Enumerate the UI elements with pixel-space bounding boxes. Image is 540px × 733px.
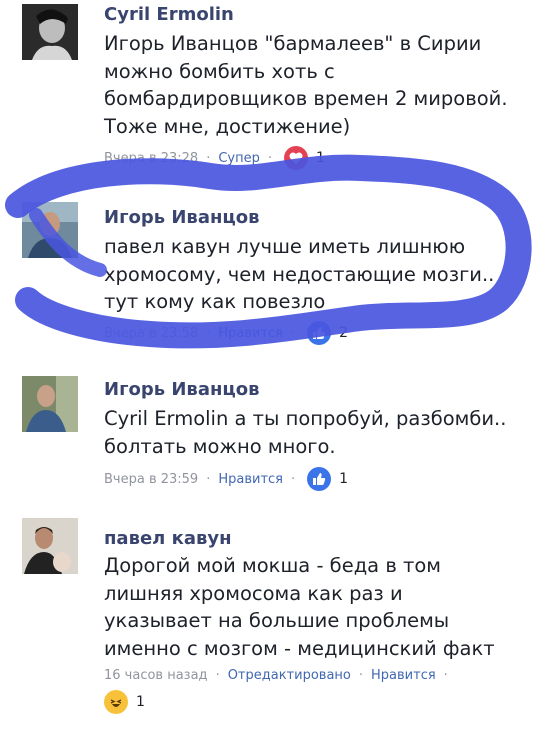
- comment-text-line: Cyril Ermolin а ты попробуй, разбомби..: [104, 407, 507, 430]
- reaction-count: 2: [339, 325, 349, 341]
- comment-text: Дорогой мой мокша - беда в том лишняя хр…: [104, 552, 529, 662]
- avatar[interactable]: [22, 518, 78, 574]
- separator-dot: ·: [206, 325, 211, 341]
- comment-text: павел кавун лучше иметь лишнюю хромосому…: [104, 233, 529, 316]
- reaction-button[interactable]: Супер: [218, 151, 260, 166]
- comment-text-line: Тоже мне, достижение): [104, 114, 351, 138]
- like-button[interactable]: Нравится: [218, 472, 283, 487]
- comment-text-line: можно бомбить хоть с: [104, 59, 335, 83]
- comment-text-line: Игорь Иванцов "бармалеев" в Сирии: [104, 32, 482, 55]
- avatar[interactable]: [22, 4, 78, 60]
- comment-timestamp[interactable]: Вчера в 23:59: [104, 472, 198, 487]
- separator-dot: ·: [291, 471, 296, 487]
- like-button[interactable]: Нравится: [371, 668, 436, 683]
- heart-icon[interactable]: [284, 146, 309, 170]
- like-icon[interactable]: [307, 467, 332, 491]
- comment-text-line: указывает на большие проблемы: [104, 609, 450, 632]
- comment-meta: 16 часов назад · Отредактировано · Нрави…: [104, 663, 456, 687]
- avatar[interactable]: [22, 376, 78, 432]
- separator-dot: ·: [358, 667, 364, 683]
- comment-text-line: Дорогой мой мокша - беда в том: [104, 554, 442, 577]
- separator-dot: ·: [206, 471, 211, 487]
- reaction-count: 1: [316, 150, 325, 166]
- separator-dot: ·: [206, 150, 211, 166]
- comment-author[interactable]: Cyril Ermolin: [104, 4, 234, 25]
- comment-meta: Вчера в 23:58 · Нравится · 2: [104, 321, 348, 345]
- haha-icon[interactable]: [104, 690, 128, 714]
- comment-meta: Вчера в 23:28 · Супер · 1: [104, 146, 325, 170]
- comment-timestamp[interactable]: Вчера в 23:58: [104, 326, 198, 341]
- comment-text-line: болтать можно много.: [104, 434, 336, 458]
- avatar[interactable]: [22, 202, 78, 258]
- comment-text-line: павел кавун лучше иметь лишнюю: [104, 235, 466, 258]
- comment-text-line: бомбардировщиков времен 2 мировой.: [104, 87, 508, 110]
- comment-text: Cyril Ermolin а ты попробуй, разбомби.. …: [104, 405, 529, 460]
- comment-timestamp[interactable]: Вчера в 23:28: [104, 151, 198, 166]
- comment-author[interactable]: Игорь Иванцов: [104, 207, 260, 228]
- comment-meta: Вчера в 23:59 · Нравится · 1: [104, 467, 348, 491]
- comment-text-line: тут кому как повезло: [104, 290, 326, 313]
- like-button[interactable]: Нравится: [218, 326, 283, 341]
- comment-text-line: хромосому, чем недостающие мозги..: [104, 262, 495, 286]
- separator-dot: ·: [291, 325, 296, 341]
- comment-text-line: именно с мозгом - медицинский факт: [104, 636, 495, 660]
- like-icon[interactable]: [307, 321, 332, 345]
- comment-reactions: 1: [100, 690, 145, 714]
- comment-author[interactable]: павел кавун: [104, 528, 232, 549]
- reaction-count: 1: [136, 694, 145, 710]
- separator-dot: ·: [215, 667, 220, 683]
- comment-text: Игорь Иванцов "бармалеев" в Сирии можно …: [104, 30, 529, 140]
- separator-dot: ·: [267, 150, 273, 166]
- comment-text-line: лишняя хромосома как раз и: [104, 581, 403, 605]
- edited-label[interactable]: Отредактировано: [228, 668, 351, 683]
- separator-dot: ·: [443, 667, 448, 683]
- reaction-count: 1: [339, 471, 349, 487]
- comment-author[interactable]: Игорь Иванцов: [104, 379, 260, 400]
- comment-timestamp[interactable]: 16 часов назад: [104, 668, 208, 683]
